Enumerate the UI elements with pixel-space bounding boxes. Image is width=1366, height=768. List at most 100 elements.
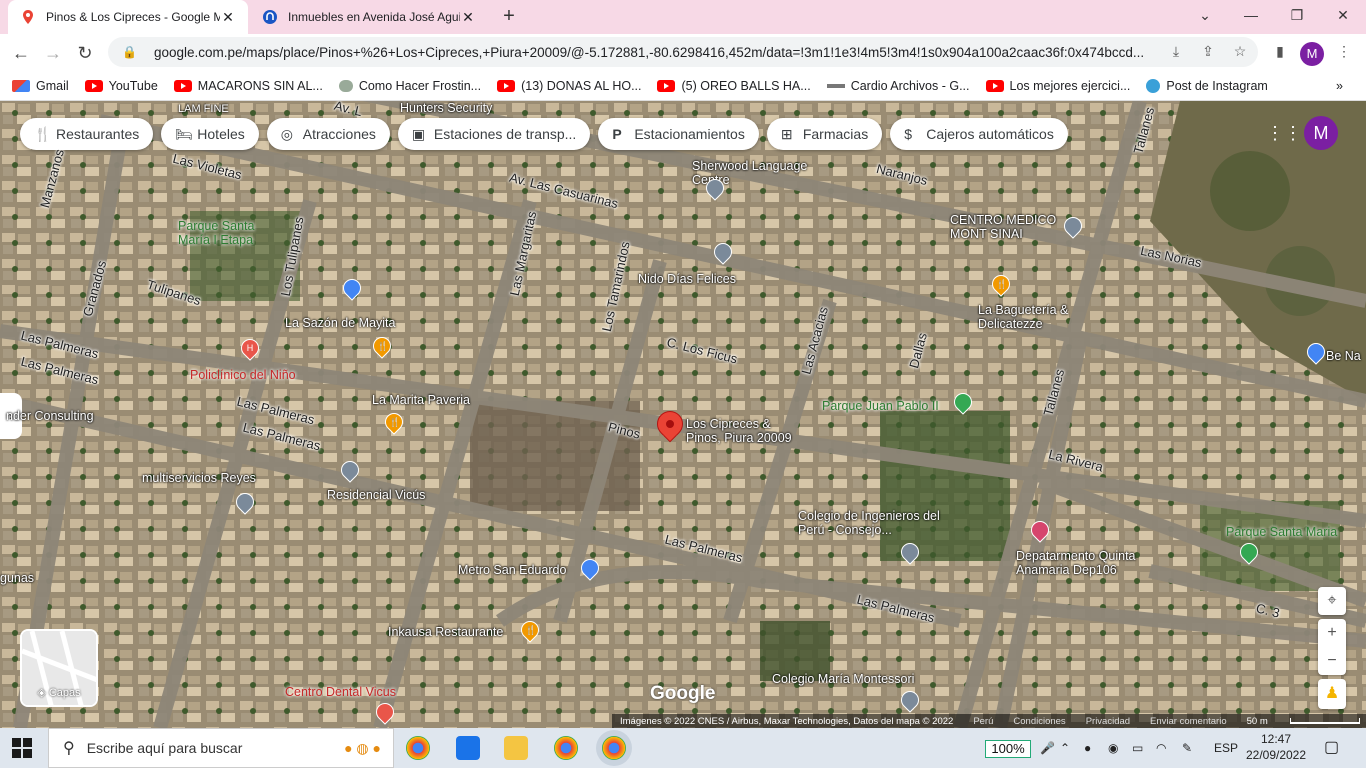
place-label[interactable]: LAM FINE — [178, 103, 229, 115]
apps-grid-icon[interactable]: ⋮⋮ — [1266, 123, 1302, 143]
park-label[interactable]: Parque Juan Pablo II — [822, 399, 939, 413]
chip-restaurantes[interactable]: 🍴 Restaurantes — [20, 118, 154, 150]
camera-icon[interactable]: ◉ — [1108, 728, 1118, 768]
chip-estaciones[interactable]: ▣ Estaciones de transp... — [397, 118, 591, 150]
place-label[interactable]: Hunters Security — [400, 101, 492, 115]
place-label[interactable]: Be Na — [1326, 349, 1361, 363]
chevron-up-icon[interactable]: ⌃ — [1060, 728, 1070, 768]
share-icon[interactable]: ⇪ — [1198, 43, 1218, 63]
bookmark-instagram[interactable]: Post de Instagram — [1146, 78, 1268, 93]
side-panel-icon[interactable]: ▮ — [1270, 43, 1290, 63]
chip-cajeros[interactable]: $ Cajeros automáticos — [890, 118, 1068, 150]
forward-icon[interactable]: → — [40, 40, 66, 66]
file-explorer-icon[interactable] — [504, 736, 528, 760]
menu-kebab-icon[interactable]: ⋮ — [1334, 43, 1354, 63]
battery-icon[interactable]: ▭ — [1132, 728, 1143, 768]
mic-icon[interactable]: 🎤 — [1040, 728, 1055, 768]
chrome-icon[interactable] — [406, 736, 430, 760]
lock-icon[interactable]: 🔒 — [122, 45, 140, 59]
notification-icon[interactable]: ▢ — [1324, 728, 1339, 768]
battery-indicator[interactable]: 100% — [985, 740, 1031, 758]
bookmark-frosting[interactable]: Como Hacer Frostin... — [338, 79, 481, 93]
place-label[interactable]: Nido Días Felices — [638, 272, 736, 286]
place-label[interactable]: Residencial Vicús — [327, 488, 425, 502]
calendar-app-icon[interactable] — [456, 736, 480, 760]
maps-profile-avatar[interactable]: M — [1304, 116, 1338, 150]
chrome-profile-icon[interactable] — [554, 736, 578, 760]
link-privacidad[interactable]: Privacidad — [1086, 716, 1130, 727]
chip-estacionamientos[interactable]: P Estacionamientos — [598, 118, 759, 150]
pen-icon[interactable]: ✎ — [1182, 728, 1192, 768]
chip-hoteles[interactable]: 🛏 Hoteles — [161, 118, 259, 150]
address-bar[interactable]: 🔒 google.com.pe/maps/place/Pinos+%26+Los… — [108, 37, 1258, 67]
windows-start-icon[interactable] — [12, 738, 32, 758]
language-indicator[interactable]: ESP — [1214, 728, 1238, 768]
place-label[interactable]: Policlínico del Niño — [190, 368, 296, 382]
link-enviar-comentario[interactable]: Enviar comentario — [1150, 716, 1227, 727]
minimize-icon[interactable]: — — [1228, 0, 1274, 30]
layers-button[interactable]: ◈ Capas — [20, 629, 98, 707]
new-tab-icon[interactable]: + — [498, 6, 520, 28]
place-label[interactable]: La Baguetería & Delicatezze — [978, 303, 1098, 331]
zoom-out-button[interactable]: − — [1318, 647, 1346, 675]
close-tab-icon[interactable]: ✕ — [220, 9, 236, 26]
zoom-in-button[interactable]: + — [1318, 619, 1346, 647]
browser-titlebar: Pinos & Los Cipreces - Google M ✕ Inmueb… — [0, 0, 1366, 34]
bookmark-youtube[interactable]: YouTube — [84, 79, 158, 93]
reload-icon[interactable]: ↻ — [72, 40, 98, 66]
link-peru[interactable]: Perú — [973, 716, 993, 727]
park-label[interactable]: Parque Santa Maria — [1226, 525, 1337, 539]
map-canvas[interactable]: 🍴 Restaurantes 🛏 Hoteles ◎ Atracciones ▣ Est… — [0, 101, 1366, 728]
place-label[interactable]: La Marita Paveria — [372, 393, 470, 407]
atm-icon: $ — [904, 126, 912, 142]
close-window-icon[interactable]: ✕ — [1320, 0, 1366, 30]
back-icon[interactable]: ← — [8, 40, 34, 66]
youtube-icon — [173, 79, 192, 92]
chrome-active-icon[interactable] — [602, 736, 626, 760]
restore-icon[interactable]: ❐ — [1274, 0, 1320, 30]
pegman-icon: ♟ — [1324, 685, 1340, 702]
place-label[interactable]: La Sazón de Mayita — [285, 316, 396, 330]
tab-google-maps[interactable]: Pinos & Los Cipreces - Google M ✕ — [8, 0, 248, 34]
google-logo: Google — [650, 683, 716, 704]
install-icon[interactable]: ⤓ — [1166, 43, 1186, 63]
my-location-button[interactable]: ⌖ — [1318, 587, 1346, 615]
place-label[interactable]: Centro Dental Vicus — [285, 685, 396, 699]
place-label[interactable]: CENTRO MEDICO MONT SINAI — [950, 213, 1070, 241]
bookmark-donas[interactable]: (13) DONAS AL HO... — [497, 79, 641, 93]
taskbar-search-input[interactable]: ⚲ Escribe aquí para buscar ● ◍ ● — [48, 728, 394, 768]
bookmark-gmail[interactable]: Gmail — [12, 79, 69, 93]
bookmark-macarons[interactable]: MACARONS SIN AL... — [173, 79, 323, 93]
place-label[interactable]: Colegio María Montessori — [772, 672, 914, 686]
bookmark-star-icon[interactable]: ☆ — [1230, 43, 1250, 63]
close-tab-icon[interactable]: ✕ — [460, 9, 476, 26]
chip-atracciones[interactable]: ◎ Atracciones — [266, 118, 390, 150]
layers-icon: ◈ — [37, 687, 49, 699]
scale-bar[interactable]: 50 m — [1247, 716, 1366, 727]
clock[interactable]: 12:47 22/09/2022 — [1244, 731, 1308, 763]
place-label[interactable]: Colegio de Ingenieros del Perú - Consejo… — [798, 509, 943, 537]
search-highlight-icon[interactable]: ● ◍ ● — [344, 740, 381, 757]
bookmark-cardio[interactable]: Cardio Archivos - G... — [826, 79, 970, 93]
bookmarks-overflow-icon[interactable]: » — [1336, 79, 1343, 93]
park-label[interactable]: Parque Santa María I Etapa — [178, 219, 288, 247]
bookmark-ejercicios[interactable]: Los mejores ejercici... — [985, 79, 1130, 93]
tab-search-icon[interactable]: ⌄ — [1182, 0, 1228, 30]
place-label[interactable]: nder Consulting — [6, 409, 94, 423]
tray-app-icon[interactable]: ● — [1084, 728, 1091, 768]
windows-taskbar: ⚲ Escribe aquí para buscar ● ◍ ● 100% 🎤 … — [0, 728, 1366, 768]
tab-inmuebles[interactable]: Inmuebles en Avenida José Aguil ✕ — [250, 0, 488, 34]
place-label[interactable]: Depatarmento Quinta Anamaria Dep106 — [1016, 549, 1156, 577]
wifi-icon[interactable]: ◠ — [1156, 728, 1166, 768]
link-condiciones[interactable]: Condiciones — [1013, 716, 1065, 727]
browser-toolbar: ← → ↻ 🔒 google.com.pe/maps/place/Pinos+%… — [0, 34, 1366, 71]
chip-farmacias[interactable]: ⊞ Farmacias — [766, 118, 883, 150]
place-label[interactable]: gunas — [0, 571, 34, 585]
bookmark-oreo[interactable]: (5) OREO BALLS HA... — [657, 79, 811, 93]
selected-place-label[interactable]: Los Cipreces & Pinos, Piura 20009 — [686, 417, 792, 445]
street-view-pegman-button[interactable]: ♟ — [1318, 679, 1346, 709]
place-label[interactable]: multiservicios Reyes — [142, 471, 256, 485]
place-label[interactable]: Metro San Eduardo — [458, 563, 566, 577]
profile-avatar[interactable]: M — [1300, 42, 1324, 66]
place-label[interactable]: Inkausa Restaurante — [388, 625, 503, 639]
